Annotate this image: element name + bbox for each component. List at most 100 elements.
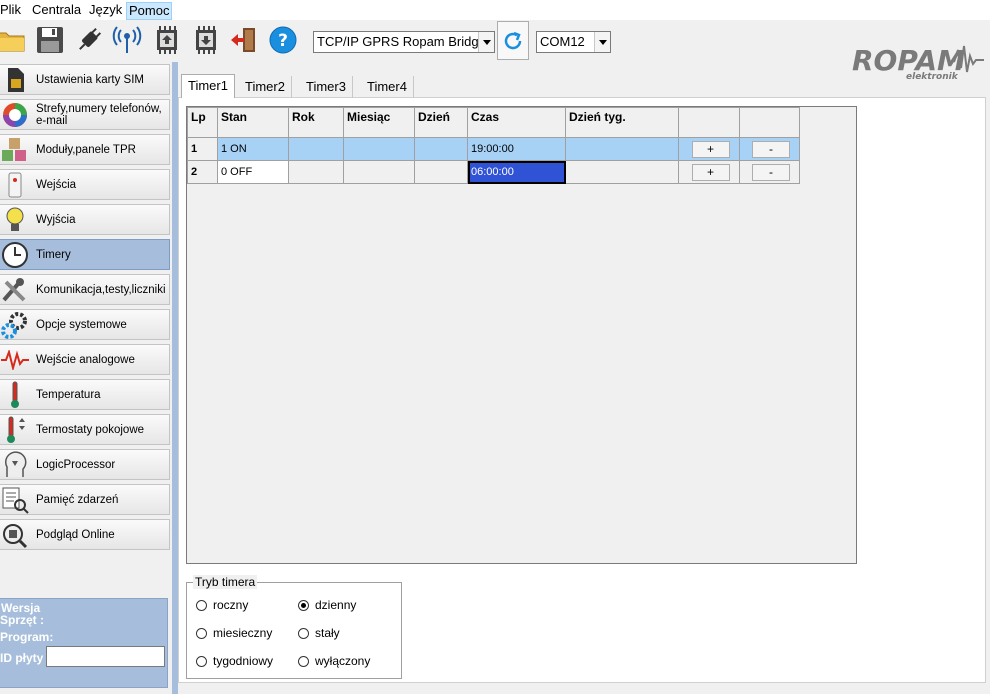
- cubes-icon: [0, 135, 30, 164]
- menu-pomoc[interactable]: Pomoc: [126, 2, 173, 20]
- toolbar: ? TCP/IP GPRS Ropam Bridge COM12 ROPAM e…: [0, 20, 990, 82]
- com-port-select[interactable]: COM12: [536, 31, 611, 53]
- sidebar-item-label: Wyjścia: [36, 213, 76, 226]
- cell-rok[interactable]: [288, 160, 344, 184]
- cell-miesiac[interactable]: [343, 160, 415, 184]
- sidebar-item-label: Temperatura: [36, 388, 101, 401]
- sidebar-item-sim[interactable]: Ustawienia karty SIM: [0, 64, 170, 95]
- sidebar-item-wyjscia[interactable]: Wyjścia: [0, 204, 170, 235]
- cell-stan[interactable]: 0 OFF: [217, 160, 289, 184]
- cell-dzien[interactable]: [414, 160, 468, 184]
- table-row[interactable]: 2 0 OFF 06:00:00 + -: [187, 160, 800, 184]
- cell-lp: 1: [187, 137, 218, 161]
- sidebar-item-label: Termostaty pokojowe: [36, 423, 145, 436]
- radio-dot: [196, 627, 207, 639]
- radio-dot: [298, 627, 309, 639]
- chevron-down-icon: [594, 32, 610, 52]
- tab-timer1[interactable]: Timer1: [181, 74, 235, 98]
- sidebar-item-podglad[interactable]: Podgląd Online: [0, 519, 170, 550]
- hardware-label: Sprzęt :: [0, 613, 45, 627]
- cell-add: +: [678, 160, 740, 184]
- radio-staly[interactable]: stały: [298, 625, 340, 641]
- sensor-icon: [0, 170, 30, 199]
- column-header: [678, 107, 740, 138]
- timer-mode-title: Tryb timera: [193, 575, 258, 589]
- read-from-device-button[interactable]: [152, 25, 182, 55]
- table-header: Lp Stan Rok Miesiąc Dzień Czas Dzień tyg…: [187, 107, 800, 138]
- sidebar-item-temperatura[interactable]: Temperatura: [0, 379, 170, 410]
- cell-czas[interactable]: 19:00:00: [467, 137, 566, 161]
- board-id-label: ID płyty: [0, 651, 44, 665]
- radio-label: tygodniowy: [213, 654, 274, 668]
- antenna-icon: [112, 26, 142, 53]
- radio-label: wyłączony: [315, 654, 371, 668]
- menu-plik[interactable]: Plik: [0, 2, 23, 20]
- cell-stan[interactable]: 1 ON: [217, 137, 289, 161]
- sidebar-item-label: Wejścia: [36, 178, 77, 191]
- cell-miesiac[interactable]: [343, 137, 415, 161]
- cell-czas[interactable]: 06:00:00: [467, 160, 566, 184]
- connection-value: TCP/IP GPRS Ropam Bridge: [317, 34, 486, 49]
- cell-dzien-tyg[interactable]: [565, 137, 679, 161]
- event-log-icon: [0, 485, 30, 514]
- sidebar-item-komunikacja[interactable]: Komunikacja,testy,liczniki: [0, 274, 170, 305]
- sidebar-item-opcje[interactable]: Opcje systemowe: [0, 309, 170, 340]
- tab-timer4[interactable]: Timer4: [361, 76, 414, 98]
- lightbulb-icon: [0, 205, 30, 234]
- radio-miesieczny[interactable]: miesieczny: [196, 625, 272, 641]
- menu-jezyk[interactable]: Język: [87, 2, 124, 20]
- sim-card-icon: [0, 65, 30, 94]
- sidebar-item-label: Opcje systemowe: [36, 318, 127, 331]
- cell-rok[interactable]: [288, 137, 344, 161]
- disconnect-button[interactable]: [74, 25, 104, 55]
- save-button[interactable]: [35, 25, 65, 55]
- sidebar-item-analog[interactable]: Wejście analogowe: [0, 344, 170, 375]
- timer-grid: Lp Stan Rok Miesiąc Dzień Czas Dzień tyg…: [186, 106, 857, 564]
- radio-dot: [298, 655, 309, 667]
- tab-timer3[interactable]: Timer3: [300, 76, 353, 98]
- cell-remove: -: [739, 160, 800, 184]
- sidebar-item-logicprocessor[interactable]: LogicProcessor: [0, 449, 170, 480]
- cell-dzien[interactable]: [414, 137, 468, 161]
- timer-mode-group: Tryb timera roczny dzienny miesieczny st…: [186, 575, 402, 679]
- add-row-button[interactable]: +: [691, 140, 730, 158]
- logic-head-icon: [0, 450, 30, 479]
- remove-row-button[interactable]: -: [752, 140, 790, 158]
- help-button[interactable]: ?: [268, 25, 298, 55]
- radio-label: roczny: [213, 598, 249, 612]
- exit-button[interactable]: [229, 25, 259, 55]
- tab-timer2[interactable]: Timer2: [239, 76, 292, 98]
- chevron-down-icon: [478, 32, 494, 52]
- table-row[interactable]: 1 1 ON 19:00:00 + -: [187, 137, 800, 161]
- connection-select[interactable]: TCP/IP GPRS Ropam Bridge: [313, 31, 495, 53]
- thermometer-icon: [0, 380, 30, 409]
- radio-tygodniowy[interactable]: tygodniowy: [196, 653, 273, 669]
- board-id-input[interactable]: [46, 646, 165, 667]
- column-header: Dzień tyg.: [565, 107, 679, 138]
- add-row-button[interactable]: +: [691, 163, 730, 181]
- radio-roczny[interactable]: roczny: [196, 597, 248, 613]
- sidebar-item-moduly[interactable]: Moduły,panele TPR: [0, 134, 170, 165]
- radio-wylaczony[interactable]: wyłączony: [298, 653, 370, 669]
- radio-label: stały: [315, 626, 340, 640]
- radio-label: miesieczny: [213, 626, 273, 640]
- waveform-icon: [0, 345, 30, 374]
- sidebar-item-pamiec[interactable]: Pamięć zdarzeń: [0, 484, 170, 515]
- radio-dzienny[interactable]: dzienny: [298, 597, 356, 613]
- cell-add: +: [678, 137, 740, 161]
- refresh-button[interactable]: [497, 21, 529, 60]
- open-folder-button[interactable]: [0, 25, 26, 55]
- online-view-icon: [0, 520, 30, 549]
- menu-centrala[interactable]: Centrala: [30, 2, 83, 20]
- sidebar-item-wejscia[interactable]: Wejścia: [0, 169, 170, 200]
- program-label: Program:: [0, 630, 54, 644]
- remove-row-button[interactable]: -: [752, 163, 790, 181]
- sidebar-item-label: Pamięć zdarzeń: [36, 493, 119, 506]
- sidebar-item-termostaty[interactable]: Termostaty pokojowe: [0, 414, 170, 445]
- sidebar-item-timery[interactable]: Timery: [0, 239, 170, 270]
- sidebar: Ustawienia karty SIM Strefy,numery telef…: [0, 62, 172, 694]
- write-to-device-button[interactable]: [191, 25, 221, 55]
- gprs-button[interactable]: [112, 25, 142, 55]
- cell-dzien-tyg[interactable]: [565, 160, 679, 184]
- sidebar-item-strefy[interactable]: Strefy,numery telefonów, e-mail: [0, 99, 170, 130]
